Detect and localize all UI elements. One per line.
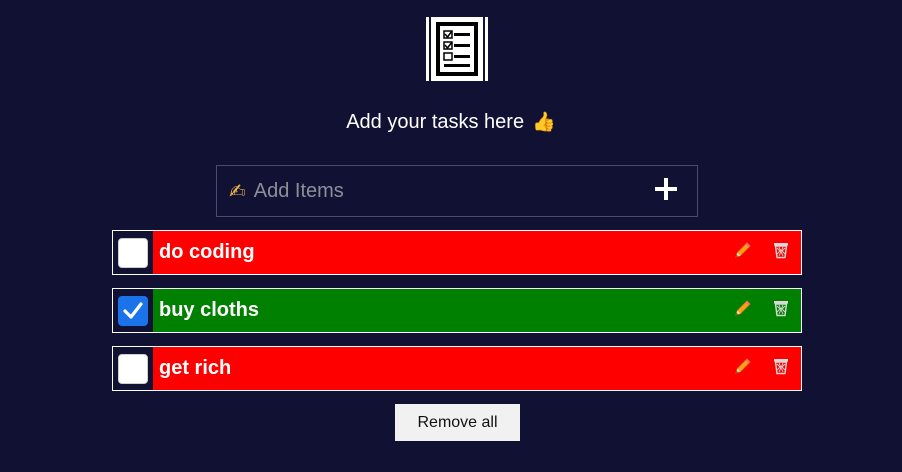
add-item-form: ✍ xyxy=(216,165,698,217)
pencil-icon xyxy=(734,299,752,322)
add-item-input[interactable] xyxy=(253,179,643,203)
trash-icon xyxy=(772,299,790,322)
task-item: buy cloths xyxy=(112,288,802,333)
task-actions xyxy=(733,299,791,322)
checklist-icon xyxy=(425,16,489,82)
delete-task-button[interactable] xyxy=(771,301,791,321)
page-title: Add your tasks here 👍 xyxy=(0,110,902,134)
task-checkbox-cell xyxy=(113,231,153,274)
delete-task-button[interactable] xyxy=(771,359,791,379)
trash-icon xyxy=(772,241,790,264)
pencil-icon xyxy=(734,241,752,264)
task-label: buy cloths xyxy=(159,299,260,321)
task-checkbox-cell xyxy=(113,347,153,390)
task-item: do coding xyxy=(112,230,802,275)
page-title-text: Add your tasks here xyxy=(346,111,525,133)
task-checkbox-cell xyxy=(113,289,153,332)
add-item-button[interactable] xyxy=(643,168,689,214)
trash-icon xyxy=(772,357,790,380)
pencil-icon xyxy=(734,357,752,380)
edit-task-button[interactable] xyxy=(733,357,753,380)
todo-app: Add your tasks here 👍 ✍ do coding buy clot… xyxy=(0,0,902,472)
task-item: get rich xyxy=(112,346,802,391)
task-checkbox[interactable] xyxy=(118,295,148,326)
task-label: get rich xyxy=(159,357,232,379)
writing-hand-icon: ✍ xyxy=(229,180,246,203)
task-label: do coding xyxy=(159,241,255,263)
plus-icon xyxy=(655,177,677,205)
task-checkbox[interactable] xyxy=(118,237,148,268)
thumbs-up-icon: 👍 xyxy=(532,112,556,133)
task-actions xyxy=(733,241,791,264)
task-actions xyxy=(733,357,791,380)
remove-all-button[interactable]: Remove all xyxy=(395,404,520,441)
edit-task-button[interactable] xyxy=(733,241,753,264)
delete-task-button[interactable] xyxy=(771,243,791,263)
task-checkbox[interactable] xyxy=(118,353,148,384)
edit-task-button[interactable] xyxy=(733,299,753,322)
